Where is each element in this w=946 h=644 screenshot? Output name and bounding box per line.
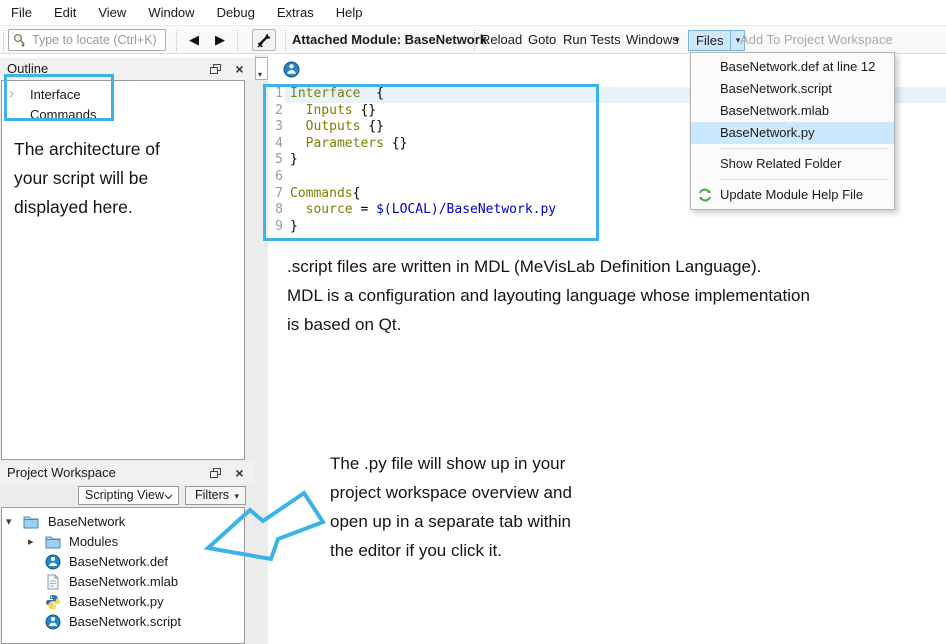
files-dropdown-menu: BaseNetwork.def at line 12 BaseNetwork.s… [690,52,895,210]
collapsed-icon[interactable]: ▸ [28,532,34,552]
float-icon [210,64,221,74]
toolbar-handle [237,30,238,51]
tab-list-button[interactable]: ▾ [255,57,268,80]
package-folder-icon [23,514,39,529]
reload-button[interactable]: Reload [481,26,522,54]
mdl-annotation-text: .script files are written in MDL (MeVisL… [287,252,810,339]
menu-item-script[interactable]: BaseNetwork.script [691,78,894,100]
close-panel-button[interactable]: × [231,465,248,481]
menu-item-py[interactable]: BaseNetwork.py [691,122,894,144]
float-icon [210,468,221,478]
files-button-label: Files [689,33,730,48]
goto-button[interactable]: Goto [528,26,556,54]
outline-annotation-text: The architecture of your script will be … [14,135,160,222]
tree-row-script[interactable]: BaseNetwork.script [2,612,244,632]
close-panel-button[interactable]: × [231,61,248,77]
toolbar-handle [176,30,177,51]
run-tests-button[interactable]: Run Tests [563,26,621,54]
menu-bar: File Edit View Window Debug Extras Help [0,0,946,25]
menu-file[interactable]: File [0,1,43,24]
menu-debug[interactable]: Debug [206,1,266,24]
toolbar: Type to locate (Ctrl+K) ◀ ▶ Attached Mod… [0,25,946,54]
attached-module-label: Attached Module: BaseNetwork [292,26,487,54]
wrench-icon [257,33,272,48]
toolbar-handle [285,30,286,51]
mevislab-file-icon [45,614,61,630]
tools-button[interactable] [252,29,276,51]
outline-panel: Outline × › Interface Commands The archi… [0,58,254,462]
caret-down-icon: ▾ [258,70,262,79]
float-panel-button[interactable] [207,61,224,77]
menu-item-update-module-help[interactable]: Update Module Help File [691,184,894,206]
menu-separator [720,148,889,149]
editor-tab-mevislab-icon[interactable] [283,61,300,78]
menu-item-mlab[interactable]: BaseNetwork.mlab [691,100,894,122]
menu-edit[interactable]: Edit [43,1,87,24]
view-selector-dropdown[interactable]: Scripting View [78,486,179,505]
document-icon [45,574,61,590]
py-annotation-text: The .py file will show up in your projec… [330,449,572,565]
search-input[interactable]: Type to locate (Ctrl+K) [8,29,166,51]
python-file-icon [45,594,61,610]
windows-button[interactable]: Windows [626,26,679,54]
tree-row-py[interactable]: BaseNetwork.py [2,592,244,612]
menu-item-def[interactable]: BaseNetwork.def at line 12 [691,56,894,78]
menu-separator [720,179,889,180]
code-highlight-box [263,84,599,241]
menu-extras[interactable]: Extras [266,1,325,24]
menu-help[interactable]: Help [325,1,374,24]
outline-tree: › Interface Commands The architecture of… [1,80,245,460]
outline-highlight-box [4,74,114,121]
refresh-icon [697,187,713,203]
back-button[interactable]: ◀ [184,31,204,49]
windows-caret-icon[interactable]: ▾ [675,26,680,54]
float-panel-button[interactable] [207,465,224,481]
menu-view[interactable]: View [87,1,137,24]
mate-editor-window: File Edit View Window Debug Extras Help … [0,0,946,644]
files-button[interactable]: Files ▾ [688,30,745,51]
folder-icon [45,534,61,549]
menu-item-show-related-folder[interactable]: Show Related Folder [691,153,894,175]
toolbar-handle [3,30,4,51]
project-workspace-title: Project Workspace [7,465,116,480]
add-to-project-workspace-button: Add To Project Workspace [740,26,893,54]
tree-row-mlab[interactable]: BaseNetwork.mlab [2,572,244,592]
mevislab-file-icon [45,554,61,570]
search-icon [12,32,28,48]
menu-window[interactable]: Window [137,1,205,24]
expanded-icon[interactable]: ▾ [6,512,12,532]
chevron-down-icon [164,494,173,500]
annotation-arrow-icon [185,480,330,570]
forward-button[interactable]: ▶ [210,31,230,49]
search-placeholder: Type to locate (Ctrl+K) [32,33,157,47]
